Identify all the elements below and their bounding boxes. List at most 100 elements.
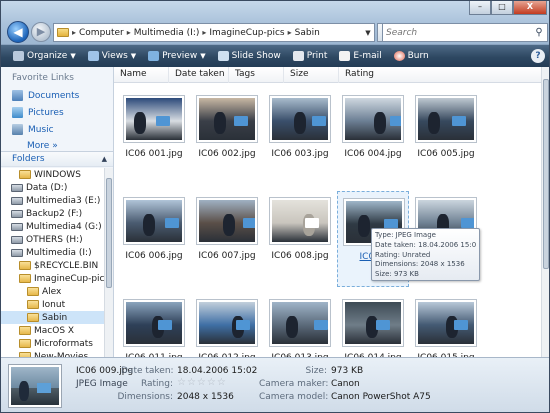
tree-item-label: Ionut [42,299,66,310]
favorite-label: Pictures [28,107,64,118]
photo-lower [272,223,328,242]
favorite-music[interactable]: Music [1,121,113,138]
tree-item[interactable]: Ionut [1,298,104,311]
file-view-scrollbar[interactable] [541,67,549,357]
tree-item-label: Multimedia4 (G:) [26,221,102,232]
back-arrow-icon: ◀ [13,25,23,39]
file-thumbnail[interactable]: IC06 015.jpg [410,293,482,357]
forward-button[interactable]: ▶ [31,22,51,42]
photo-screen [452,116,466,126]
file-thumbnail[interactable]: IC06 006.jpg [118,191,190,287]
tree-item-label: Multimedia3 (E:) [26,195,101,206]
column-rating[interactable]: Rating [339,67,399,83]
tree-item-label: Sabin [42,312,68,323]
tree-item[interactable]: Microformats [1,337,104,350]
file-thumbnail[interactable]: IC06 008.jpg [264,191,336,287]
organize-button[interactable]: Organize ▼ [7,46,82,66]
tree-item[interactable]: Alex [1,285,104,298]
chevron-down-icon: ▼ [130,52,137,60]
folder-icon [57,28,69,37]
address-bar[interactable]: ▸ Computer ▸ Multimedia (I:) ▸ ImagineCu… [53,23,375,42]
tree-item-label: WINDOWS [34,169,81,180]
file-thumbnail[interactable]: IC06 007.jpg [191,191,263,287]
column-size[interactable]: Size [284,67,339,83]
scrollbar-thumb[interactable] [106,178,112,288]
folders-label: Folders [12,154,45,164]
tree-item-label: MacOS X [34,325,75,336]
tree-item-label: Multimedia (I:) [26,247,92,258]
help-button[interactable]: ? [531,49,545,63]
file-thumbnail[interactable]: IC06 012.jpg [191,293,263,357]
photo-screen [165,218,179,228]
folder-tree-scrollbar[interactable] [104,168,113,357]
tree-item[interactable]: $RECYCLE.BIN [1,259,104,272]
tree-item-label: OTHERS (H:) [26,234,83,245]
tree-item[interactable]: WINDOWS [1,168,104,181]
window-controls: – □ X [469,1,547,15]
photo-preview [124,198,184,244]
slideshow-button[interactable]: Slide Show [212,46,287,66]
tooltip-dimensions: Dimensions: 2048 x 1536 [375,260,465,269]
tree-item-label: Microformats [34,338,93,349]
column-name[interactable]: Name [114,67,169,83]
folder-icon [19,170,31,179]
file-thumbnail[interactable]: IC06 004.jpg [337,89,409,185]
tree-item[interactable]: ImagineCup-pics [1,272,104,285]
folders-header[interactable]: Folders ▲ [1,151,113,167]
forward-arrow-icon: ▶ [36,25,46,38]
favorite-documents[interactable]: Documents [1,87,113,104]
file-thumbnail[interactable]: IC06 003.jpg [264,89,336,185]
column-date-taken[interactable]: Date taken [169,67,229,83]
address-dropdown-icon[interactable]: ▼ [362,29,374,37]
camera-model-value: Canon PowerShot A75 [331,392,431,402]
breadcrumb-computer[interactable]: Computer [76,28,127,38]
print-button[interactable]: Print [287,46,334,66]
favorite-pictures[interactable]: Pictures [1,104,113,121]
breadcrumb-multimedia[interactable]: Multimedia (I:) [131,28,203,38]
folder-icon [19,339,31,348]
close-button[interactable]: X [513,1,547,15]
tree-item[interactable]: New-Movies [1,350,104,357]
breadcrumb-sabin[interactable]: Sabin [292,28,323,38]
views-button[interactable]: Views ▼ [82,46,142,66]
double-chevron-right-icon: » [52,141,58,151]
burn-icon [393,51,405,61]
tree-item[interactable]: Multimedia4 (G:) [1,220,104,233]
search-input[interactable] [383,27,531,38]
file-thumbnail[interactable]: IC06 011.jpg [118,293,190,357]
file-thumbnail[interactable]: IC06 002.jpg [191,89,263,185]
photo-screen [314,320,328,330]
photo-preview [197,198,257,244]
chevron-down-icon: ▼ [70,52,76,60]
tree-item-label: $RECYCLE.BIN [34,260,99,271]
tree-item[interactable]: Multimedia (I:) [1,246,104,259]
email-label: E-mail [353,51,382,61]
breadcrumb-imaginecup[interactable]: ImagineCup-pics [206,28,287,38]
email-button[interactable]: E-mail [333,46,387,66]
tree-item[interactable]: Multimedia3 (E:) [1,194,104,207]
burn-button[interactable]: Burn [388,46,435,66]
maximize-button[interactable]: □ [491,1,513,15]
file-thumbnail[interactable]: IC06 001.jpg [118,89,190,185]
minimize-button[interactable]: – [469,1,491,15]
column-tags[interactable]: Tags [229,67,284,83]
tree-item[interactable]: Data (D:) [1,181,104,194]
tree-item[interactable]: Backup2 (F:) [1,207,104,220]
rating-stars[interactable]: ☆☆☆☆☆ [177,377,227,388]
search-icon[interactable]: ⚲ [531,27,547,38]
file-thumbnail[interactable]: IC06 005.jpg [410,89,482,185]
tree-item[interactable]: Sabin [1,311,104,324]
file-thumbnail[interactable]: IC06 013.jpg [264,293,336,357]
tree-item[interactable]: MacOS X [1,324,104,337]
search-box[interactable]: ⚲ [382,23,548,42]
back-button[interactable]: ◀ [7,21,29,43]
photo-screen [390,116,401,126]
tree-item[interactable]: OTHERS (H:) [1,233,104,246]
file-thumbnail[interactable]: IC06 014.jpg [337,293,409,357]
tooltip-rating: Rating: Unrated [375,250,431,259]
preview-button[interactable]: Preview ▼ [142,46,211,66]
scrollbar-thumb[interactable] [543,79,549,269]
organize-label: Organize [27,51,68,61]
burn-label: Burn [407,51,429,61]
file-name-label: IC06 002.jpg [198,149,256,159]
